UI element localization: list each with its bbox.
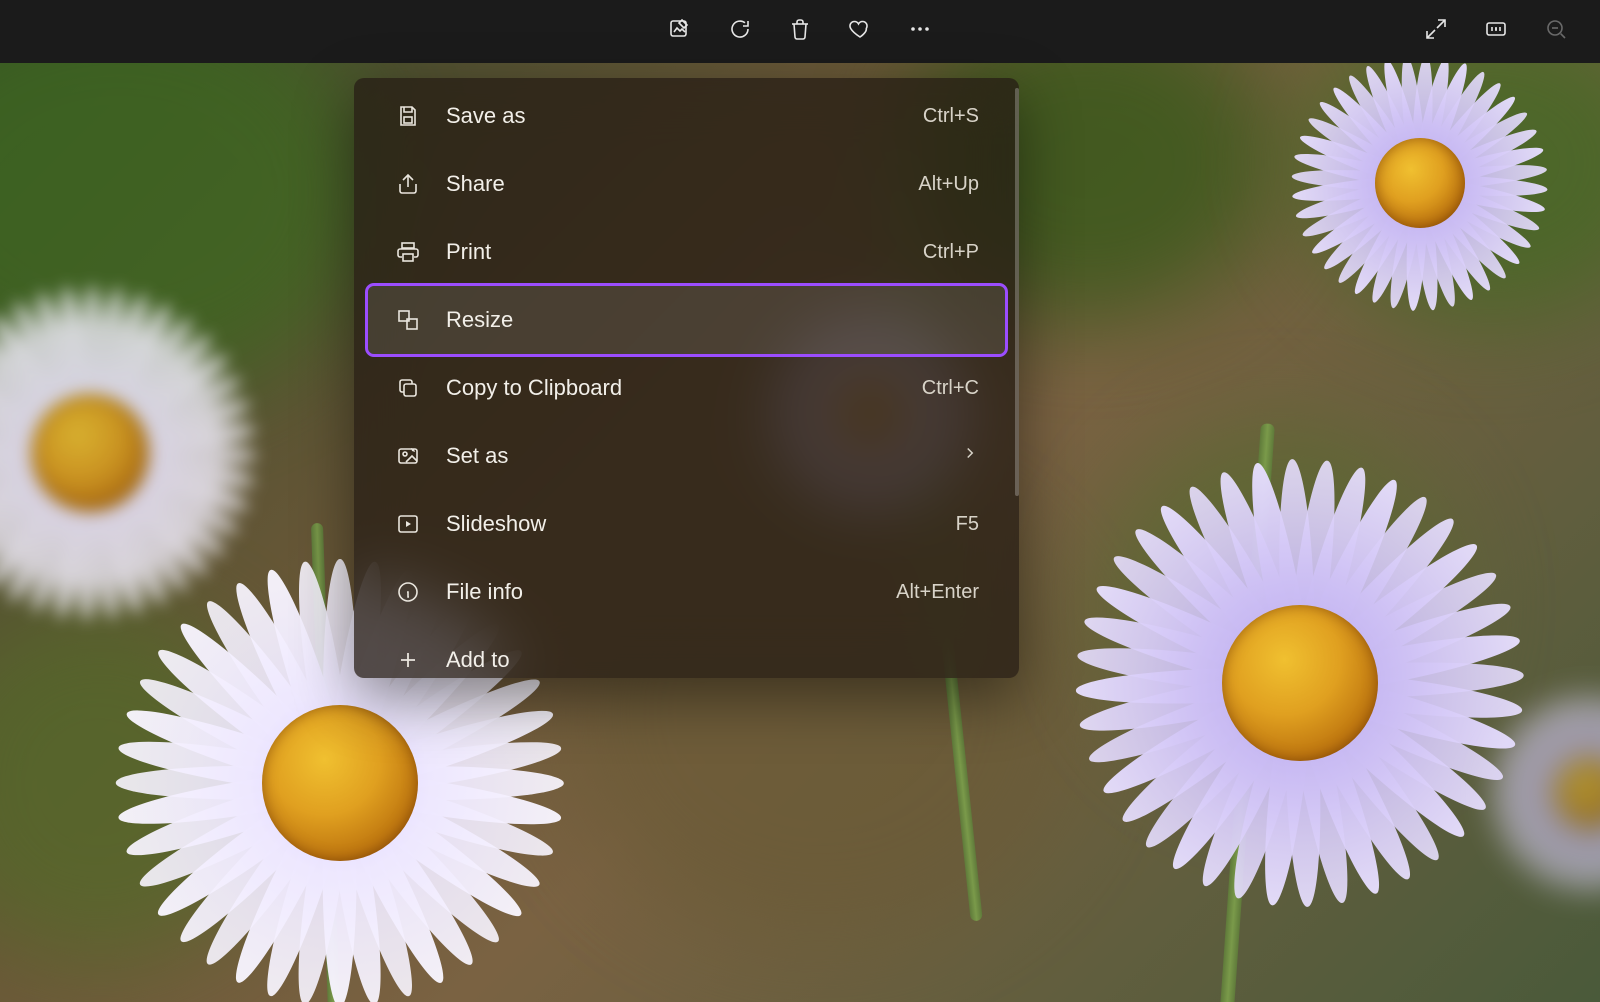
save-icon xyxy=(394,102,422,130)
chevron-right-icon xyxy=(961,444,979,468)
fullscreen-button[interactable] xyxy=(1420,16,1452,48)
menu-item-shortcut: F5 xyxy=(956,513,979,536)
menu-item-copy[interactable]: Copy to Clipboard Ctrl+C xyxy=(368,354,1005,422)
menu-item-label: Set as xyxy=(446,443,508,469)
menu-item-label: File info xyxy=(446,579,523,605)
heart-icon xyxy=(848,17,872,46)
fullscreen-icon xyxy=(1424,17,1448,46)
menu-item-label: Save as xyxy=(446,103,526,129)
slideshow-icon xyxy=(394,510,422,538)
menu-item-label: Copy to Clipboard xyxy=(446,375,622,401)
context-menu: Save as Ctrl+S Share Alt+Up Print Ctrl+P… xyxy=(354,78,1019,678)
toolbar xyxy=(0,0,1600,63)
share-icon xyxy=(394,170,422,198)
menu-item-label: Resize xyxy=(446,307,513,333)
toolbar-right xyxy=(1420,16,1572,48)
menu-item-shortcut: Alt+Enter xyxy=(896,581,979,604)
print-icon xyxy=(394,238,422,266)
more-icon xyxy=(908,17,932,46)
more-button[interactable] xyxy=(904,16,936,48)
actual-size-button[interactable] xyxy=(1480,16,1512,48)
rotate-button[interactable] xyxy=(724,16,756,48)
menu-item-resize[interactable]: Resize xyxy=(368,286,1005,354)
plus-icon xyxy=(394,646,422,674)
menu-item-slideshow[interactable]: Slideshow F5 xyxy=(368,490,1005,558)
edit-image-icon xyxy=(668,17,692,46)
set-as-icon xyxy=(394,442,422,470)
menu-item-label: Share xyxy=(446,171,505,197)
toolbar-center xyxy=(664,16,936,48)
menu-item-shortcut: Ctrl+S xyxy=(923,105,979,128)
menu-item-label: Print xyxy=(446,239,491,265)
menu-item-save-as[interactable]: Save as Ctrl+S xyxy=(368,82,1005,150)
zoom-out-icon xyxy=(1544,17,1568,46)
resize-icon xyxy=(394,306,422,334)
info-icon xyxy=(394,578,422,606)
menu-item-label: Slideshow xyxy=(446,511,546,537)
actual-size-icon xyxy=(1484,17,1508,46)
menu-item-add-to[interactable]: Add to xyxy=(368,626,1005,678)
menu-item-shortcut: Ctrl+P xyxy=(923,241,979,264)
delete-button[interactable] xyxy=(784,16,816,48)
menu-item-file-info[interactable]: File info Alt+Enter xyxy=(368,558,1005,626)
menu-item-shortcut: Ctrl+C xyxy=(922,377,979,400)
trash-icon xyxy=(788,17,812,46)
rotate-icon xyxy=(728,17,752,46)
favorite-button[interactable] xyxy=(844,16,876,48)
edit-image-button[interactable] xyxy=(664,16,696,48)
context-menu-list: Save as Ctrl+S Share Alt+Up Print Ctrl+P… xyxy=(354,78,1019,678)
menu-item-set-as[interactable]: Set as xyxy=(368,422,1005,490)
menu-item-print[interactable]: Print Ctrl+P xyxy=(368,218,1005,286)
menu-item-shortcut: Alt+Up xyxy=(918,173,979,196)
menu-item-share[interactable]: Share Alt+Up xyxy=(368,150,1005,218)
copy-icon xyxy=(394,374,422,402)
menu-item-label: Add to xyxy=(446,647,510,673)
zoom-out-button[interactable] xyxy=(1540,16,1572,48)
